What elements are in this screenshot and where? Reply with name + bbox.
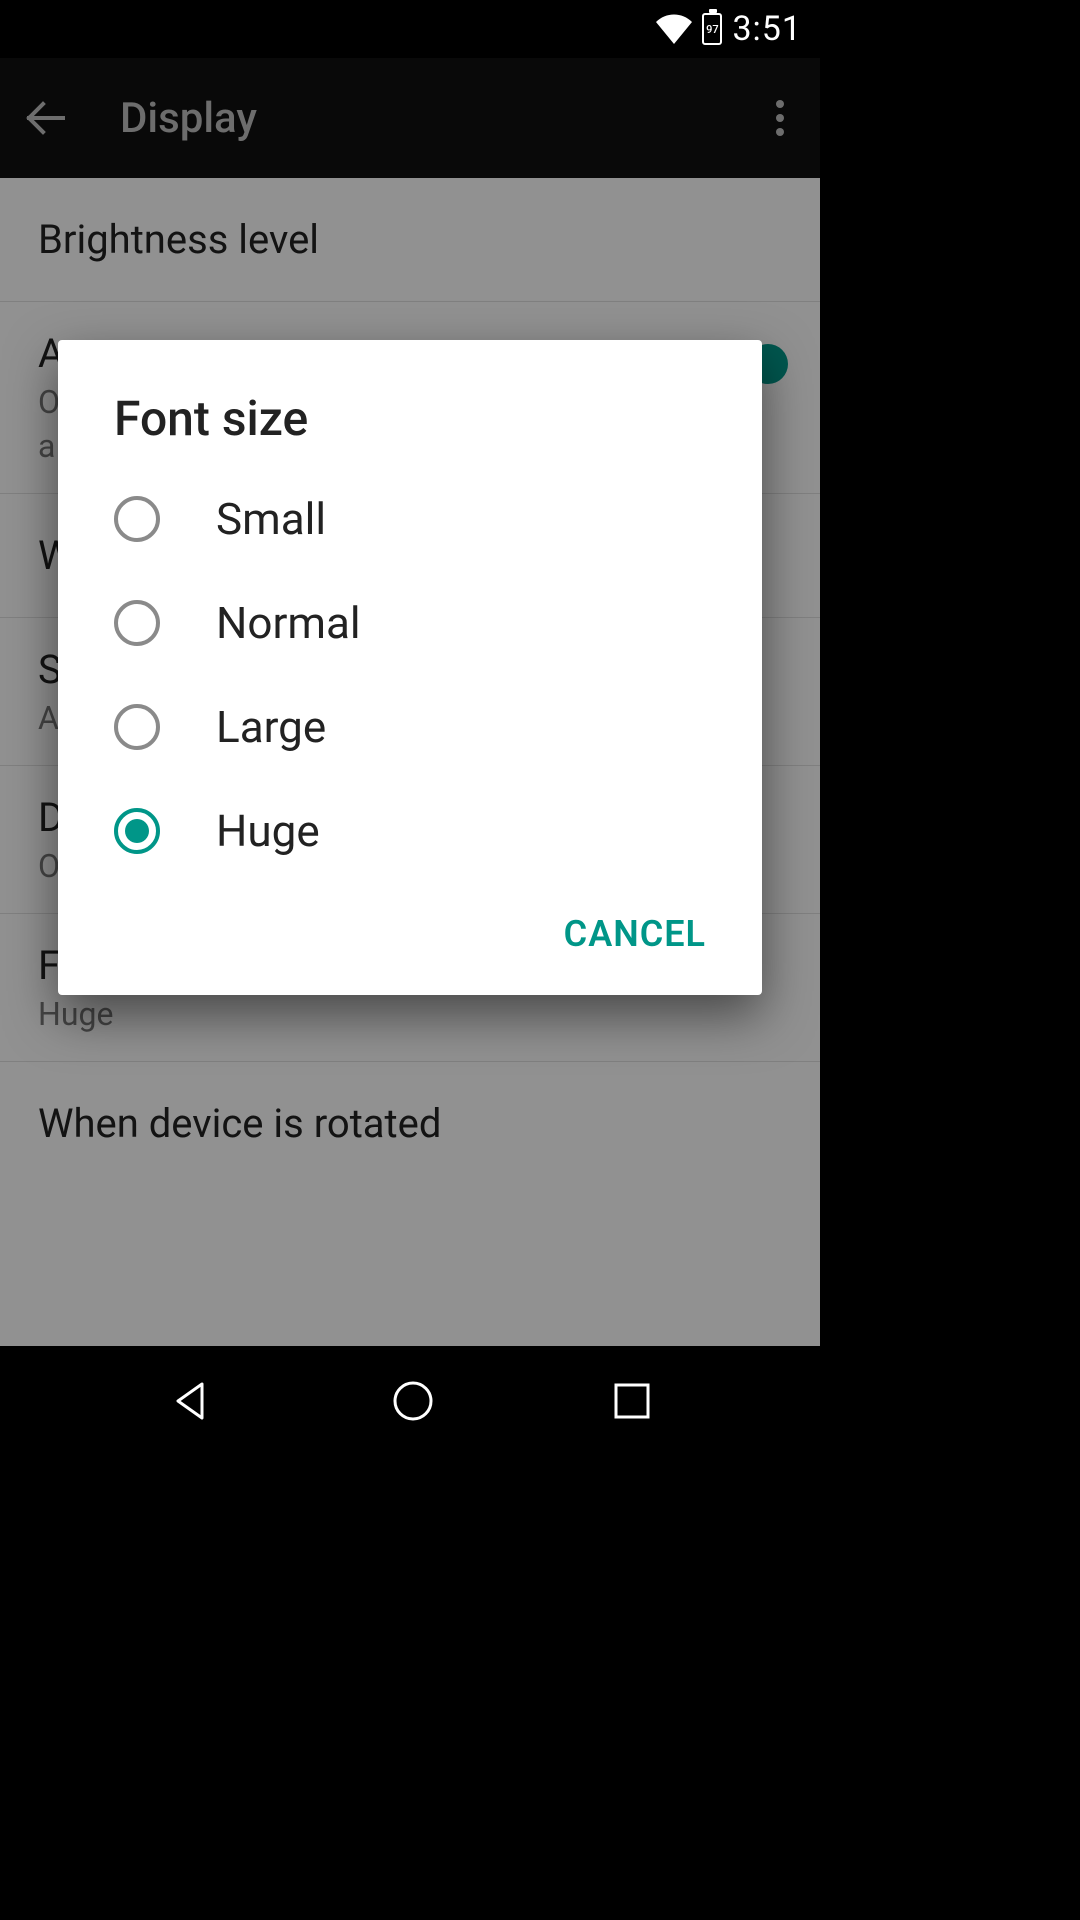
triangle-back-icon bbox=[168, 1378, 214, 1424]
dialog-title: Font size bbox=[58, 390, 762, 467]
font-size-option-small[interactable]: Small bbox=[58, 467, 762, 571]
wifi-icon bbox=[656, 14, 692, 44]
radio-icon bbox=[114, 704, 160, 750]
nav-recent-button[interactable] bbox=[612, 1381, 652, 1421]
radio-icon bbox=[114, 496, 160, 542]
radio-icon bbox=[114, 600, 160, 646]
square-recent-icon bbox=[612, 1381, 652, 1421]
font-size-dialog: Font size Small Normal Large Huge CANCEL bbox=[58, 340, 762, 995]
font-size-option-normal[interactable]: Normal bbox=[58, 571, 762, 675]
status-bar: 97 3:51 bbox=[0, 0, 820, 58]
radio-label: Large bbox=[216, 701, 326, 753]
radio-icon bbox=[114, 808, 160, 854]
cancel-button[interactable]: CANCEL bbox=[564, 913, 706, 955]
battery-level: 97 bbox=[706, 23, 719, 36]
status-time: 3:51 bbox=[732, 9, 802, 49]
font-size-option-large[interactable]: Large bbox=[58, 675, 762, 779]
radio-label: Normal bbox=[216, 597, 361, 649]
nav-back-button[interactable] bbox=[168, 1378, 214, 1424]
navigation-bar bbox=[0, 1346, 820, 1456]
font-size-option-huge[interactable]: Huge bbox=[58, 779, 762, 883]
dialog-actions: CANCEL bbox=[58, 883, 762, 985]
battery-icon: 97 bbox=[702, 13, 722, 45]
circle-home-icon bbox=[390, 1378, 436, 1424]
radio-label: Small bbox=[216, 493, 326, 545]
radio-label: Huge bbox=[216, 805, 320, 857]
nav-home-button[interactable] bbox=[390, 1378, 436, 1424]
